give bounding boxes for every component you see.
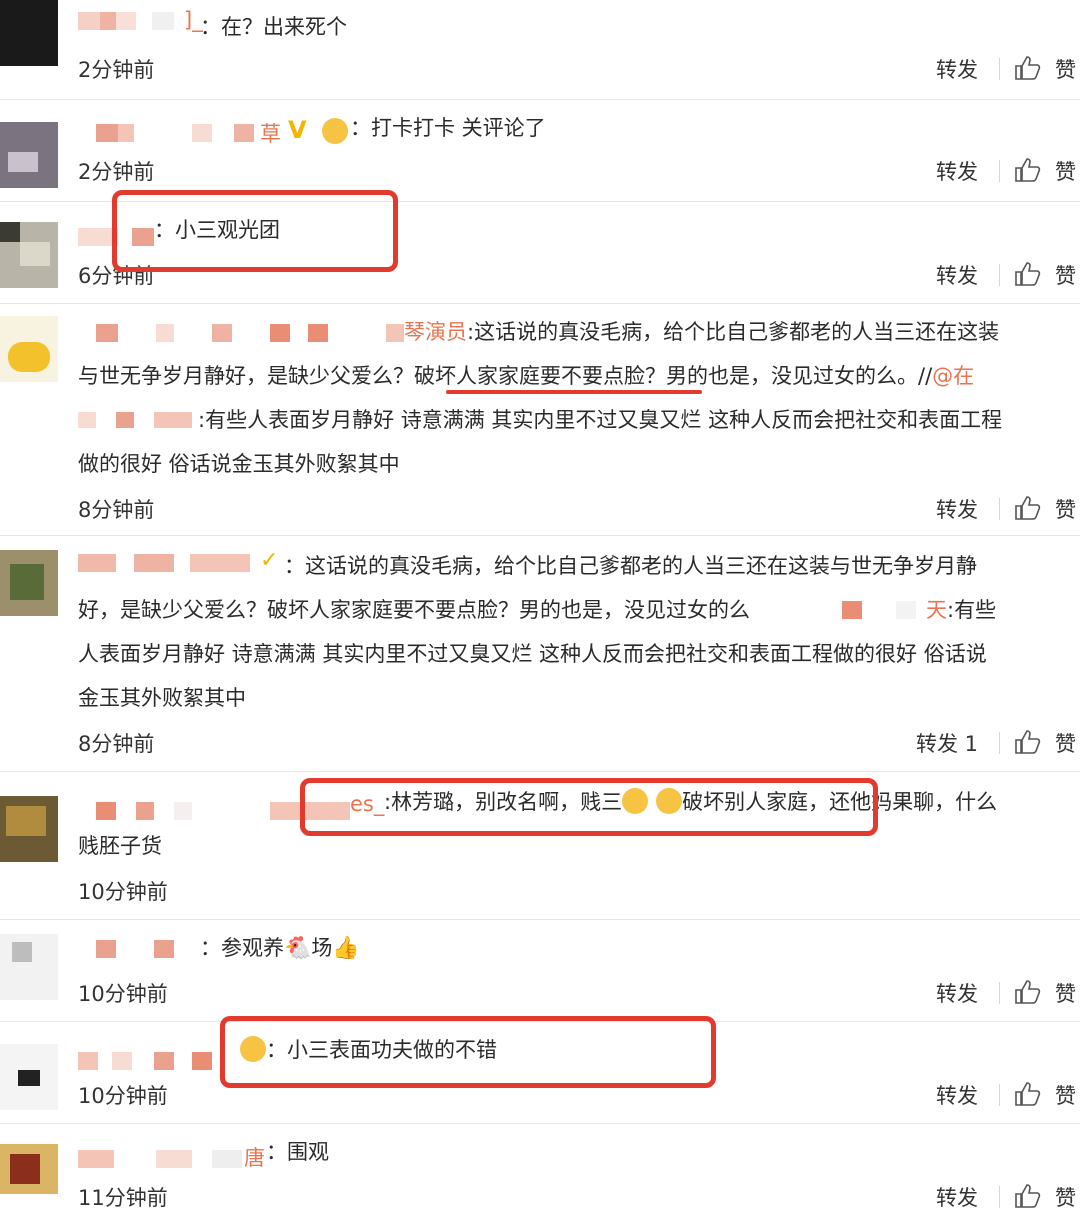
- user-name[interactable]: [78, 934, 198, 962]
- comment-text-line: :有些: [947, 598, 997, 622]
- like-button[interactable]: 赞: [1055, 728, 1076, 758]
- comment-text: ：在？出来死个: [200, 15, 347, 39]
- user-name-suffix[interactable]: 琴演员: [404, 320, 467, 344]
- user-name[interactable]: ]_: [78, 6, 208, 34]
- comment-item: ✓ ：这话说的真没毛病，给个比自己爹都老的人当三还在这装与世无争岁月静 好，是缺…: [0, 536, 1080, 772]
- forward-button[interactable]: 转发: [936, 1182, 978, 1212]
- mention-link[interactable]: @在: [932, 364, 974, 388]
- forward-button[interactable]: 转发: [936, 978, 978, 1008]
- comment-text-line: ？男的也是，没见过女的么。//: [645, 364, 933, 388]
- like-button[interactable]: 赞: [1055, 1182, 1076, 1212]
- like-button[interactable]: 赞: [1055, 156, 1076, 186]
- user-name[interactable]: 草 V: [78, 116, 378, 146]
- comment-item: 草 V ：打卡打卡 关评论了 2分钟前 转发 赞: [0, 100, 1080, 202]
- divider: [999, 1084, 1000, 1106]
- forward-button[interactable]: 转发 1: [916, 728, 978, 758]
- comment-item: 唐 ：围观 11分钟前 转发 赞: [0, 1124, 1080, 1210]
- mention-link[interactable]: 天: [926, 598, 947, 622]
- thumbs-up-icon[interactable]: [1014, 157, 1042, 183]
- comment-text: ：参观养: [200, 936, 284, 960]
- forward-button[interactable]: 转发: [936, 156, 978, 186]
- thumbs-up-icon[interactable]: [1014, 55, 1042, 81]
- avatar[interactable]: [0, 1044, 58, 1110]
- actions: 转发 1 赞: [910, 728, 1080, 758]
- comment-item: ：小三表面功夫做的不错 10分钟前 转发 赞: [0, 1016, 1080, 1124]
- underlined-text: 破坏人家家庭要不要点脸: [414, 364, 645, 388]
- timestamp: 8分钟前: [78, 498, 155, 522]
- actions: 转发 赞: [910, 494, 1080, 524]
- like-button[interactable]: 赞: [1055, 978, 1076, 1008]
- divider: [999, 160, 1000, 182]
- user-name-suffix: 唐: [244, 1146, 265, 1170]
- comment-text-line: ：这话说的真没毛病，给个比自己爹都老的人当三还在这装与世无争岁月静: [284, 554, 977, 578]
- actions: 转发 赞: [910, 156, 1080, 186]
- timestamp: 10分钟前: [78, 1084, 168, 1108]
- highlight-box: [220, 1016, 716, 1088]
- comment-item: ：小三观光团 6分钟前 转发 赞: [0, 190, 1080, 304]
- comment-text-line: :有些人表面岁月静好 诗意满满 其实内里不过又臭又烂 这种人反而会把社交和表面工…: [198, 408, 1003, 432]
- comment-text: ：围观: [266, 1140, 329, 1164]
- timestamp: 8分钟前: [78, 732, 155, 756]
- comment-text-line: 与世无争岁月静好，是缺少父爱么？: [78, 364, 414, 388]
- user-name-suffix: 草: [260, 122, 281, 146]
- comment-item: 琴演员:这话说的真没毛病，给个比自己爹都老的人当三还在这装 与世无争岁月静好，是…: [0, 304, 1080, 536]
- avatar[interactable]: [0, 550, 58, 616]
- comment-text-line: :这话说的真没毛病，给个比自己爹都老的人当三还在这装: [467, 320, 1000, 344]
- like-button[interactable]: 赞: [1055, 260, 1076, 290]
- divider: [999, 1186, 1000, 1208]
- highlight-box: [112, 190, 398, 272]
- actions: 转发 赞: [910, 1182, 1080, 1212]
- timestamp: 2分钟前: [78, 160, 155, 184]
- user-name[interactable]: 唐: [78, 1144, 278, 1172]
- highlight-box: [300, 778, 878, 836]
- highlight-underline: [446, 390, 702, 394]
- comment-text: 场: [311, 936, 333, 960]
- comment-text-line: 好，是缺少父爱么？破坏人家家庭要不要点脸？男的也是，没见过女的么: [78, 598, 750, 622]
- forward-button[interactable]: 转发: [936, 54, 978, 84]
- comment-text-line: 人表面岁月静好 诗意满满 其实内里不过又臭又烂 这种人反而会把社交和表面工程做的…: [78, 642, 987, 666]
- actions: 转发 赞: [910, 260, 1080, 290]
- avatar[interactable]: [0, 934, 58, 1000]
- thumbs-up-icon[interactable]: [1014, 979, 1042, 1005]
- timestamp: 10分钟前: [78, 880, 168, 904]
- crown-emoji-icon: [322, 118, 348, 144]
- avatar[interactable]: [0, 1144, 58, 1194]
- divider: [999, 982, 1000, 1004]
- actions: 转发 赞: [910, 978, 1080, 1008]
- thumbs-up-icon[interactable]: [1014, 1081, 1042, 1107]
- avatar[interactable]: [0, 316, 58, 382]
- divider: [999, 498, 1000, 520]
- thumbs-up-emoji-icon: 👍: [332, 936, 360, 961]
- avatar[interactable]: [0, 0, 58, 66]
- like-button[interactable]: 赞: [1055, 54, 1076, 84]
- comment-item: es_ :林芳璐，别改名啊，贱三 破坏别人家庭，还他妈果聊，什么 贱胚子货 10分…: [0, 772, 1080, 920]
- verified-badge: V: [288, 116, 307, 144]
- comment-text: ：打卡打卡 关评论了: [350, 116, 546, 140]
- forward-button[interactable]: 转发: [936, 1080, 978, 1110]
- comment-item: ：参观养🐔场👍 10分钟前 转发 赞: [0, 920, 1080, 1022]
- avatar[interactable]: [0, 222, 58, 288]
- thumbs-up-icon[interactable]: [1014, 495, 1042, 521]
- like-button[interactable]: 赞: [1055, 494, 1076, 524]
- avatar[interactable]: [0, 122, 58, 188]
- forward-button[interactable]: 转发: [936, 494, 978, 524]
- divider: [999, 732, 1000, 754]
- timestamp: 2分钟前: [78, 58, 155, 82]
- forward-button[interactable]: 转发: [936, 260, 978, 290]
- comment-text-line: 金玉其外败絮其中: [78, 686, 246, 710]
- chicken-emoji-icon: 🐔: [284, 936, 312, 961]
- comment-item: ]_ ：在？出来死个 2分钟前 转发 赞: [0, 0, 1080, 100]
- divider: [999, 264, 1000, 286]
- actions: 转发 赞: [910, 54, 1080, 84]
- timestamp: 10分钟前: [78, 982, 168, 1006]
- thumbs-up-icon[interactable]: [1014, 729, 1042, 755]
- comment-text-line: 做的很好 俗话说金玉其外败絮其中: [78, 452, 400, 476]
- like-button[interactable]: 赞: [1055, 1080, 1076, 1110]
- actions: 转发 赞: [910, 1080, 1080, 1110]
- timestamp: 11分钟前: [78, 1186, 168, 1210]
- thumbs-up-icon[interactable]: [1014, 261, 1042, 287]
- thumbs-up-icon[interactable]: [1014, 1183, 1042, 1209]
- avatar[interactable]: [0, 796, 58, 862]
- divider: [999, 58, 1000, 80]
